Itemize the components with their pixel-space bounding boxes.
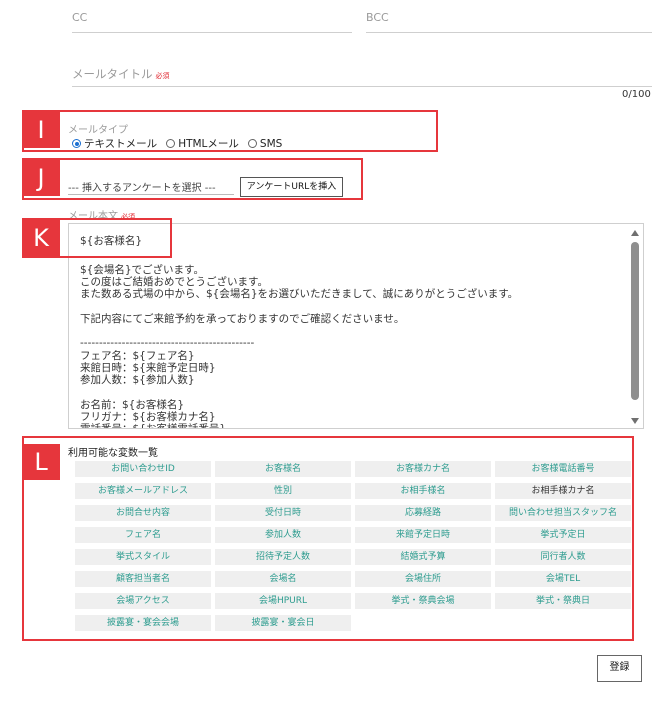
variable-chip[interactable]: 挙式・祭典日	[495, 593, 631, 609]
variable-chip[interactable]: お客様メールアドレス	[75, 483, 211, 499]
variable-chip[interactable]: お問い合わせID	[75, 461, 211, 477]
variable-chip[interactable]: 同行者人数	[495, 549, 631, 565]
variable-chip[interactable]: 応募経路	[355, 505, 491, 521]
annotation-tag-i: I	[22, 112, 60, 148]
variable-chip[interactable]: 挙式予定日	[495, 527, 631, 543]
mail-body-line: ----------------------------------------…	[80, 337, 255, 350]
mail-body-line	[80, 387, 620, 399]
variable-chip[interactable]: 会場HPURL	[215, 593, 351, 609]
variable-chip[interactable]: お客様名	[215, 461, 351, 477]
variable-chip[interactable]: 顧客担当者名	[75, 571, 211, 587]
variable-chip[interactable]: お問合せ内容	[75, 505, 211, 521]
variable-chip[interactable]: 受付日時	[215, 505, 351, 521]
radio-sms[interactable]: SMS	[247, 137, 283, 150]
scroll-up-arrow-icon[interactable]	[631, 230, 639, 236]
mail-body-line: 電話番号：${お客様電話番号}	[80, 423, 620, 428]
mail-type-label: メールタイプ	[68, 125, 128, 136]
variable-chip[interactable]: 性別	[215, 483, 351, 499]
variable-chip[interactable]: 結婚式予算	[355, 549, 491, 565]
annotation-tag-j: J	[22, 160, 60, 196]
variable-chip[interactable]: お相手様名	[355, 483, 491, 499]
variable-chip[interactable]: お客様カナ名	[355, 461, 491, 477]
variable-chip[interactable]: お相手様カナ名	[495, 483, 631, 499]
variable-chip[interactable]: 挙式スタイル	[75, 549, 211, 565]
variables-title: 利用可能な変数一覧	[68, 448, 158, 459]
radio-text-mail[interactable]: テキストメール	[72, 136, 157, 151]
insert-survey-url-button[interactable]: アンケートURLを挿入	[240, 177, 343, 197]
survey-select[interactable]: --- 挿入するアンケートを選択 ---	[68, 179, 216, 194]
variable-chip[interactable]: 会場住所	[355, 571, 491, 587]
cc-label: CC	[72, 11, 88, 24]
mail-title-input[interactable]	[72, 86, 652, 87]
mail-body-line	[80, 325, 620, 337]
scrollbar[interactable]	[627, 224, 643, 428]
scrollbar-thumb[interactable]	[631, 242, 639, 400]
radio-text-mail-label: テキストメール	[84, 138, 158, 150]
variable-chip[interactable]: 問い合わせ担当スタッフ名	[495, 505, 631, 521]
variable-chip[interactable]: 会場TEL	[495, 571, 631, 587]
radio-html-mail-label: HTMLメール	[178, 138, 239, 150]
scroll-down-arrow-icon[interactable]	[631, 418, 639, 424]
variable-chip[interactable]: 会場名	[215, 571, 351, 587]
variable-chip[interactable]: 披露宴・宴会日	[215, 615, 351, 631]
radio-html-mail[interactable]: HTMLメール	[166, 136, 239, 151]
variable-chip[interactable]: フェア名	[75, 527, 211, 543]
variable-chip[interactable]: 参加人数	[215, 527, 351, 543]
radio-checked-icon	[72, 139, 81, 148]
variable-chip[interactable]: お客様電話番号	[495, 461, 631, 477]
mail-type-radio-group: テキストメール HTMLメール SMS	[72, 136, 291, 151]
mail-body-line: 下記内容にてご来館予約を承っておりますのでご確認くださいませ。	[80, 312, 405, 325]
variables-grid: お問い合わせID お客様名 お客様カナ名 お客様電話番号 お客様メールアドレス 性別 お相手…	[75, 461, 631, 637]
variable-chip[interactable]: 会場アクセス	[75, 593, 211, 609]
variable-chip[interactable]: 招待予定人数	[215, 549, 351, 565]
mail-body-line: また数ある式場の中から、${会場名}をお選びいただきまして、誠にありがとうござい…	[80, 288, 519, 301]
mail-title-label: メールタイトル 必須	[72, 66, 170, 82]
mail-body-line: お名前：${お客様名}	[80, 398, 185, 411]
mail-body-line: この度はご結婚おめでとうございます。	[80, 275, 268, 288]
mail-body-content: ${お客様名} ${会場名}でございます。 この度はご結婚おめでとうございます。 また…	[80, 235, 620, 428]
mail-body-line: フリガナ：${お客様カナ名}	[80, 411, 216, 424]
mail-title-label-text: メールタイトル	[72, 67, 153, 81]
radio-sms-label: SMS	[259, 137, 283, 150]
required-badge: 必須	[155, 72, 170, 80]
variable-chip[interactable]: 来館予定日時	[355, 527, 491, 543]
annotation-tag-l: L	[22, 444, 60, 480]
mail-title-counter: 0/100	[622, 89, 651, 100]
mail-body-line	[80, 300, 620, 312]
variable-chip[interactable]: 挙式・祭典会場	[355, 593, 491, 609]
mail-body-line: 参加人数：${参加人数}	[80, 374, 195, 387]
variable-chip[interactable]: 披露宴・宴会会場	[75, 615, 211, 631]
mail-body-line: ${会場名}でございます。	[80, 263, 204, 276]
bcc-input[interactable]	[366, 32, 652, 33]
survey-select-underline	[68, 194, 234, 195]
radio-unchecked-icon	[247, 139, 257, 148]
bcc-label: BCC	[366, 11, 389, 24]
annotation-tag-k: K	[22, 220, 60, 256]
mail-body-line: 来館日時：${来館予定日時}	[80, 361, 216, 374]
cc-input[interactable]	[72, 32, 352, 33]
radio-unchecked-icon	[166, 139, 176, 148]
submit-button[interactable]: 登録	[597, 655, 642, 682]
mail-body-line: フェア名：${フェア名}	[80, 349, 195, 362]
